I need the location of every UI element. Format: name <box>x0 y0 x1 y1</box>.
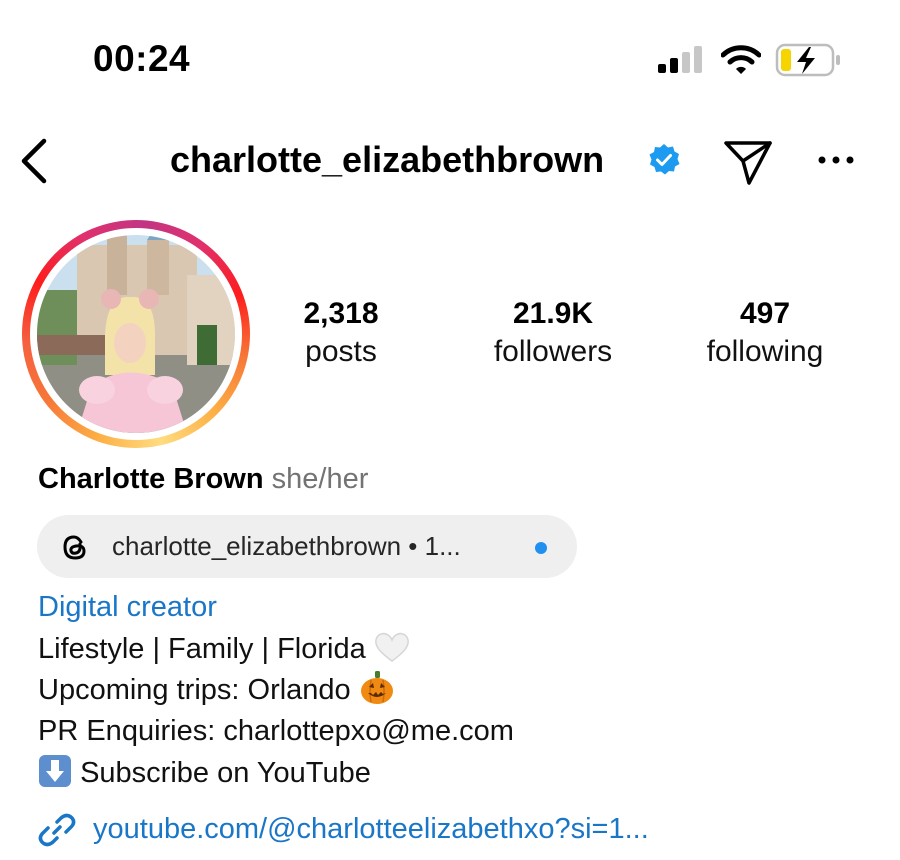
stat-followers[interactable]: 21.9K followers <box>453 296 653 372</box>
back-chevron-icon[interactable] <box>16 137 52 185</box>
bio-line-4: Subscribe on YouTube <box>38 755 371 791</box>
stat-posts[interactable]: 2,318 posts <box>241 296 441 372</box>
threads-icon <box>63 535 86 560</box>
stat-followers-count: 21.9K <box>512 297 594 330</box>
status-time: 00:24 <box>93 38 191 79</box>
bio-line-2-text: Upcoming trips: Orlando <box>38 674 351 706</box>
send-message-icon[interactable] <box>722 135 774 187</box>
stat-following[interactable]: 497 following <box>665 296 865 372</box>
bio-line-4-text: Subscribe on YouTube <box>80 757 371 789</box>
threads-unread-dot <box>535 542 547 554</box>
profile-link[interactable]: youtube.com/@charlotteelizabethxo?si=1..… <box>93 811 649 847</box>
wifi-icon <box>721 45 761 74</box>
battery-charging-icon <box>775 43 840 77</box>
profile-category[interactable]: Digital creator <box>38 589 217 625</box>
more-options-icon[interactable] <box>816 150 856 170</box>
bio-line-3: PR Enquiries: charlottepxo@me.com <box>38 713 514 749</box>
avatar-photo <box>37 235 235 433</box>
pronouns: she/her <box>271 463 369 495</box>
stat-posts-label: posts <box>305 335 377 368</box>
threads-badge[interactable]: charlotte_elizabethbrown • 1... <box>37 515 577 578</box>
jack-o-lantern-icon <box>360 671 393 705</box>
down-arrow-button-icon <box>39 755 71 788</box>
link-icon <box>38 813 76 847</box>
signal-icon <box>658 46 702 73</box>
verified-badge-icon <box>649 144 680 175</box>
stat-following-label: following <box>706 335 824 368</box>
avatar[interactable] <box>37 235 235 433</box>
bio-line-2: Upcoming trips: Orlando <box>38 671 395 709</box>
name-line: Charlotte Brown she/her <box>38 463 368 496</box>
profile-username: charlotte_elizabethbrown <box>170 139 605 180</box>
bio-line-1: Lifestyle | Family | Florida <box>38 631 410 667</box>
story-ring[interactable] <box>22 220 250 448</box>
stat-following-count: 497 <box>739 297 791 330</box>
stat-followers-label: followers <box>493 335 613 368</box>
bio-line-3-text: PR Enquiries: charlottepxo@me.com <box>38 715 514 747</box>
full-name: Charlotte Brown <box>38 463 264 495</box>
stat-posts-count: 2,318 <box>303 297 379 330</box>
bio-line-1-text: Lifestyle | Family | Florida <box>38 633 366 665</box>
threads-handle: charlotte_elizabethbrown • 1... <box>112 531 461 561</box>
white-heart-icon <box>374 633 409 663</box>
